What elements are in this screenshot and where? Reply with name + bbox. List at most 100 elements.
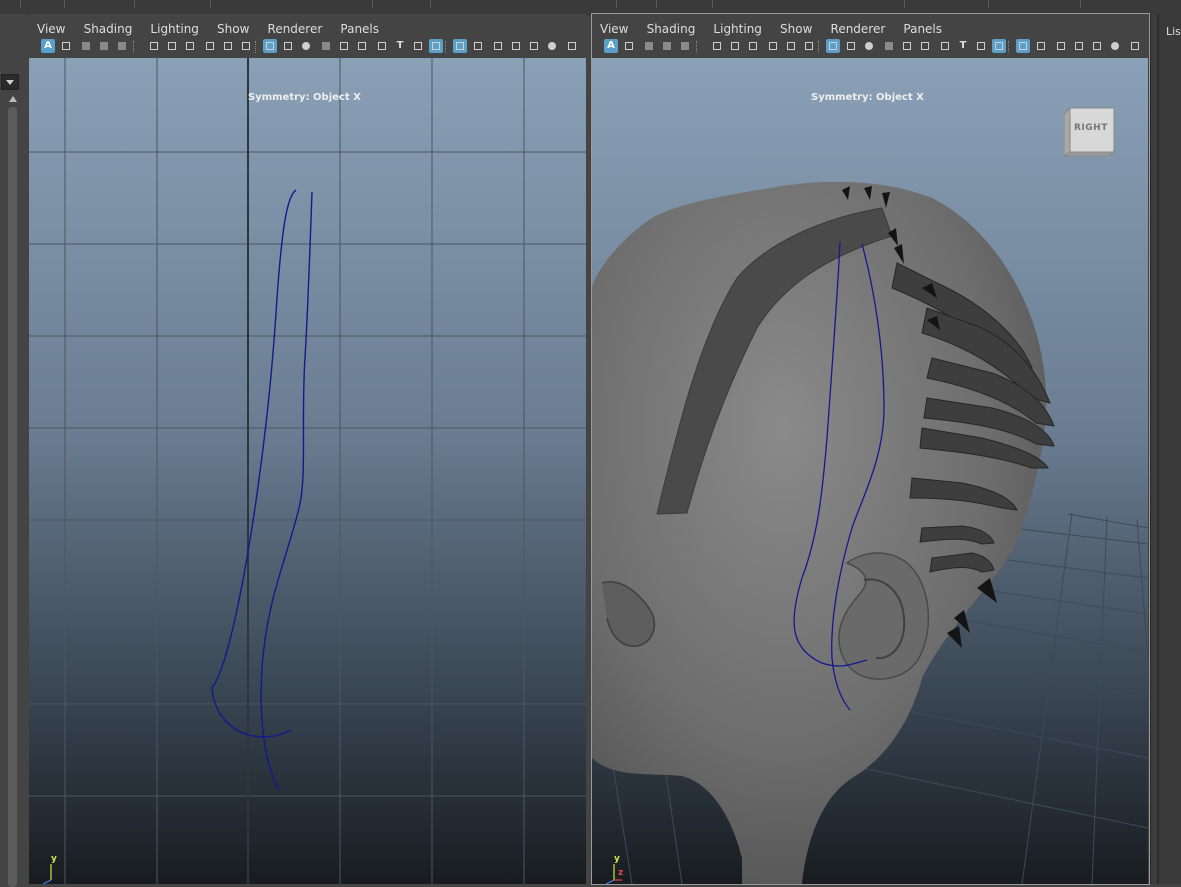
film-gate-icon[interactable] bbox=[766, 39, 780, 53]
scroll-up-arrow-icon[interactable] bbox=[9, 96, 17, 102]
toolbar-glyph bbox=[645, 42, 653, 50]
select-all-button[interactable]: A bbox=[41, 39, 55, 53]
menu-shading[interactable]: Shading bbox=[647, 20, 696, 38]
toolbar-glyph bbox=[456, 42, 464, 50]
smooth-shade-icon[interactable] bbox=[337, 39, 351, 53]
right-viewport-canvas[interactable] bbox=[592, 58, 1148, 884]
viewcube[interactable]: RIGHT bbox=[1062, 106, 1118, 157]
2d-pan-zoom-icon[interactable] bbox=[147, 39, 161, 53]
toolbar-separator bbox=[696, 41, 699, 53]
grid-icon[interactable] bbox=[746, 39, 760, 53]
resolution-gate-icon[interactable] bbox=[784, 39, 798, 53]
left-panel-toolbar: AT bbox=[29, 38, 587, 56]
bookmark-icon-21[interactable] bbox=[1034, 39, 1048, 53]
2d-pan-zoom-icon-23[interactable] bbox=[509, 39, 523, 53]
grid-icon-25[interactable] bbox=[1108, 39, 1122, 53]
toolbar-glyph bbox=[847, 42, 855, 50]
menu-panels[interactable]: Panels bbox=[903, 20, 942, 38]
left-viewport-canvas[interactable] bbox=[29, 58, 586, 884]
menu-show[interactable]: Show bbox=[780, 20, 812, 38]
grid-icon-25[interactable] bbox=[545, 39, 559, 53]
safe-title-icon[interactable] bbox=[862, 39, 876, 53]
toolbar-glyph bbox=[206, 42, 214, 50]
toolbar-glyph bbox=[62, 42, 70, 50]
image-plane-icon-22[interactable] bbox=[1054, 39, 1068, 53]
wireframe-icon[interactable] bbox=[319, 39, 333, 53]
menu-shading[interactable]: Shading bbox=[84, 20, 133, 38]
grease-pencil-icon-24[interactable] bbox=[1090, 39, 1104, 53]
grid-icon[interactable] bbox=[183, 39, 197, 53]
grease-pencil-icon[interactable] bbox=[165, 39, 179, 53]
list-label[interactable]: List bbox=[1166, 25, 1181, 38]
select-camera-icon-19[interactable] bbox=[429, 39, 443, 53]
field-chart-icon[interactable] bbox=[826, 39, 840, 53]
menu-lighting[interactable]: Lighting bbox=[713, 20, 762, 38]
image-plane-icon-22[interactable] bbox=[491, 39, 505, 53]
menu-view[interactable]: View bbox=[37, 20, 65, 38]
menu-renderer[interactable]: Renderer bbox=[831, 20, 886, 38]
grease-pencil-icon-24[interactable] bbox=[527, 39, 541, 53]
lock-camera-icon[interactable] bbox=[79, 39, 93, 53]
resolution-gate-icon[interactable] bbox=[221, 39, 235, 53]
right-viewport[interactable]: Symmetry: Object X RIGHT y z bbox=[592, 58, 1148, 884]
wireframe-on-shaded-icon[interactable] bbox=[918, 39, 932, 53]
use-all-lights-icon[interactable]: T bbox=[393, 39, 407, 53]
gutter-dropdown[interactable] bbox=[1, 74, 19, 90]
image-plane-icon[interactable] bbox=[115, 39, 129, 53]
toolbar-glyph bbox=[1093, 42, 1101, 50]
toolbar-glyph bbox=[100, 42, 108, 50]
toolbar-glyph bbox=[1075, 42, 1083, 50]
grease-pencil-icon[interactable] bbox=[728, 39, 742, 53]
toolbar-glyph bbox=[1057, 42, 1065, 50]
safe-action-icon[interactable] bbox=[844, 39, 858, 53]
safe-title-icon[interactable] bbox=[299, 39, 313, 53]
menu-view[interactable]: View bbox=[600, 20, 628, 38]
2d-pan-zoom-icon[interactable] bbox=[710, 39, 724, 53]
lock-camera-icon-20[interactable] bbox=[1016, 39, 1030, 53]
axis-z-label: z bbox=[618, 868, 624, 878]
toolbar-glyph bbox=[625, 42, 633, 50]
toolbar-glyph bbox=[284, 42, 292, 50]
gate-mask-icon[interactable] bbox=[239, 39, 253, 53]
toolbar-glyph bbox=[432, 42, 440, 50]
film-gate-icon-26[interactable] bbox=[565, 39, 579, 53]
image-plane-icon[interactable] bbox=[678, 39, 692, 53]
bookmark-icon[interactable] bbox=[660, 39, 674, 53]
film-gate-icon-26[interactable] bbox=[1128, 39, 1142, 53]
shadows-icon[interactable] bbox=[974, 39, 988, 53]
left-viewport[interactable]: Symmetry: Object X y bbox=[29, 58, 586, 884]
select-camera-icon[interactable] bbox=[622, 39, 636, 53]
gutter-scrollbar[interactable] bbox=[8, 107, 17, 887]
menu-panels[interactable]: Panels bbox=[340, 20, 379, 38]
select-camera-icon-19[interactable] bbox=[992, 39, 1006, 53]
safe-action-icon[interactable] bbox=[281, 39, 295, 53]
field-chart-icon[interactable] bbox=[263, 39, 277, 53]
2d-pan-zoom-icon-23[interactable] bbox=[1072, 39, 1086, 53]
bookmark-icon-21[interactable] bbox=[471, 39, 485, 53]
menu-lighting[interactable]: Lighting bbox=[150, 20, 199, 38]
top-strip-tick bbox=[904, 0, 905, 8]
toolbar-glyph bbox=[663, 42, 671, 50]
toolbar-glyph bbox=[805, 42, 813, 50]
toolbar-glyph bbox=[1131, 42, 1139, 50]
gate-mask-icon[interactable] bbox=[802, 39, 816, 53]
wireframe-icon[interactable] bbox=[882, 39, 896, 53]
toolbar-glyph bbox=[530, 42, 538, 50]
smooth-shade-icon[interactable] bbox=[900, 39, 914, 53]
menu-show[interactable]: Show bbox=[217, 20, 249, 38]
wireframe-on-shaded-icon[interactable] bbox=[355, 39, 369, 53]
lock-camera-icon-20[interactable] bbox=[453, 39, 467, 53]
use-all-lights-icon[interactable]: T bbox=[956, 39, 970, 53]
toolbar-glyph bbox=[302, 42, 310, 50]
textured-icon[interactable] bbox=[938, 39, 952, 53]
select-all-button[interactable]: A bbox=[604, 39, 618, 53]
toolbar-glyph bbox=[731, 42, 739, 50]
select-camera-icon[interactable] bbox=[59, 39, 73, 53]
textured-icon[interactable] bbox=[375, 39, 389, 53]
lock-camera-icon[interactable] bbox=[642, 39, 656, 53]
menu-renderer[interactable]: Renderer bbox=[268, 20, 323, 38]
toolbar-glyph bbox=[903, 42, 911, 50]
shadows-icon[interactable] bbox=[411, 39, 425, 53]
film-gate-icon[interactable] bbox=[203, 39, 217, 53]
bookmark-icon[interactable] bbox=[97, 39, 111, 53]
